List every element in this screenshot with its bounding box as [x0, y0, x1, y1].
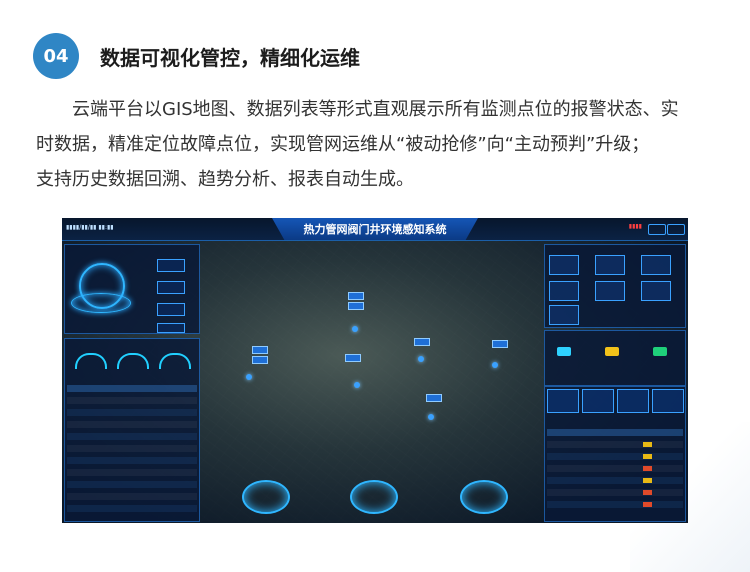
task-status-tag-4[interactable] — [157, 323, 185, 333]
vehicle-icon-3 — [653, 347, 667, 356]
staff-card[interactable] — [595, 281, 625, 301]
vehicle-category-box[interactable] — [547, 389, 579, 413]
gauge-2 — [117, 353, 149, 369]
dispatch-table — [65, 383, 199, 517]
map-marker-label — [252, 356, 268, 364]
map-marker[interactable] — [428, 414, 434, 420]
task-status-tag-3[interactable] — [157, 303, 185, 316]
gauge-3 — [159, 353, 191, 369]
staff-card[interactable] — [595, 255, 625, 275]
right-vehicle-table-panel — [544, 386, 686, 522]
status-badge — [643, 490, 652, 495]
map-marker-label — [348, 302, 364, 310]
status-badge — [643, 502, 652, 507]
task-status-tag-2[interactable] — [157, 281, 185, 294]
table-row[interactable] — [67, 457, 197, 464]
table-row[interactable] — [547, 501, 683, 508]
table-row[interactable] — [67, 493, 197, 500]
table-row[interactable] — [547, 465, 683, 472]
top-bar-button-2[interactable] — [667, 224, 685, 235]
task-ring-base — [71, 293, 131, 313]
dashboard-date-display: ▮▮▮▮/▮▮/▮▮ ▮▮:▮▮ — [66, 224, 114, 231]
table-row[interactable] — [67, 433, 197, 440]
table-row[interactable] — [67, 469, 197, 476]
table-row[interactable] — [67, 421, 197, 428]
right-vehicle-panel — [544, 330, 686, 386]
map-marker-label — [414, 338, 430, 346]
map-marker[interactable] — [246, 374, 252, 380]
right-staff-panel — [544, 244, 686, 328]
company-logo: ▮▮▮▮ — [628, 223, 642, 230]
status-badge — [643, 478, 652, 483]
vehicle-icon-1 — [557, 347, 571, 356]
vehicle-icon-2 — [605, 347, 619, 356]
bottom-nav-button-1[interactable] — [242, 480, 290, 514]
vehicle-category-box[interactable] — [652, 389, 684, 413]
dashboard-screenshot: ▮▮▮▮/▮▮/▮▮ ▮▮:▮▮ 热力管网阀门井环境感知系统 ▮▮▮▮ — [62, 218, 688, 523]
left-task-panel — [64, 244, 200, 334]
status-badge — [643, 466, 652, 471]
table-row[interactable] — [67, 445, 197, 452]
vehicle-category-box[interactable] — [617, 389, 649, 413]
dashboard-top-bar: ▮▮▮▮/▮▮/▮▮ ▮▮:▮▮ 热力管网阀门井环境感知系统 ▮▮▮▮ — [62, 218, 688, 241]
section-heading: 数据可视化管控，精细化运维 — [100, 46, 360, 70]
map-marker[interactable] — [418, 356, 424, 362]
bottom-nav-button-2[interactable] — [350, 480, 398, 514]
staff-card[interactable] — [549, 255, 579, 275]
top-bar-button-1[interactable] — [648, 224, 666, 235]
table-row[interactable] — [67, 397, 197, 404]
table-row[interactable] — [547, 477, 683, 484]
map-marker[interactable] — [492, 362, 498, 368]
map-marker-label — [252, 346, 268, 354]
map-marker[interactable] — [352, 326, 358, 332]
task-status-tag-1[interactable] — [157, 259, 185, 272]
vehicle-table-header — [547, 429, 683, 436]
bottom-nav-button-3[interactable] — [460, 480, 508, 514]
map-marker-label — [492, 340, 508, 348]
staff-card[interactable] — [641, 255, 671, 275]
map-marker-label — [348, 292, 364, 300]
staff-card[interactable] — [549, 305, 579, 325]
table-row[interactable] — [547, 489, 683, 496]
staff-card[interactable] — [641, 281, 671, 301]
section-paragraph: 云端平台以GIS地图、数据列表等形式直观展示所有监测点位的报警状态、实 时数据，… — [36, 92, 716, 197]
table-row[interactable] — [67, 481, 197, 488]
map-marker[interactable] — [354, 382, 360, 388]
system-title: 热力管网阀门井环境感知系统 — [303, 223, 447, 236]
left-dispatch-panel — [64, 338, 200, 522]
table-row[interactable] — [67, 409, 197, 416]
paragraph-line-3: 支持历史数据回溯、趋势分析、报表自动生成。 — [36, 169, 414, 190]
status-badge — [643, 442, 652, 447]
status-badge — [643, 454, 652, 459]
system-title-plate: 热力管网阀门井环境感知系统 — [272, 218, 478, 240]
vehicle-category-box[interactable] — [582, 389, 614, 413]
paragraph-line-1: 云端平台以GIS地图、数据列表等形式直观展示所有监测点位的报警状态、实 — [72, 99, 679, 120]
paragraph-line-2: 时数据，精准定位故障点位，实现管网运维从“被动抢修”向“主动预判”升级； — [36, 134, 650, 155]
table-header-row — [67, 385, 197, 392]
section-number-badge: 04 — [33, 33, 79, 79]
table-row[interactable] — [67, 505, 197, 512]
table-row[interactable] — [547, 453, 683, 460]
table-row[interactable] — [547, 441, 683, 448]
staff-card[interactable] — [549, 281, 579, 301]
map-marker-label — [345, 354, 361, 362]
gauge-1 — [75, 353, 107, 369]
section-number: 04 — [43, 45, 69, 67]
map-marker-label — [426, 394, 442, 402]
